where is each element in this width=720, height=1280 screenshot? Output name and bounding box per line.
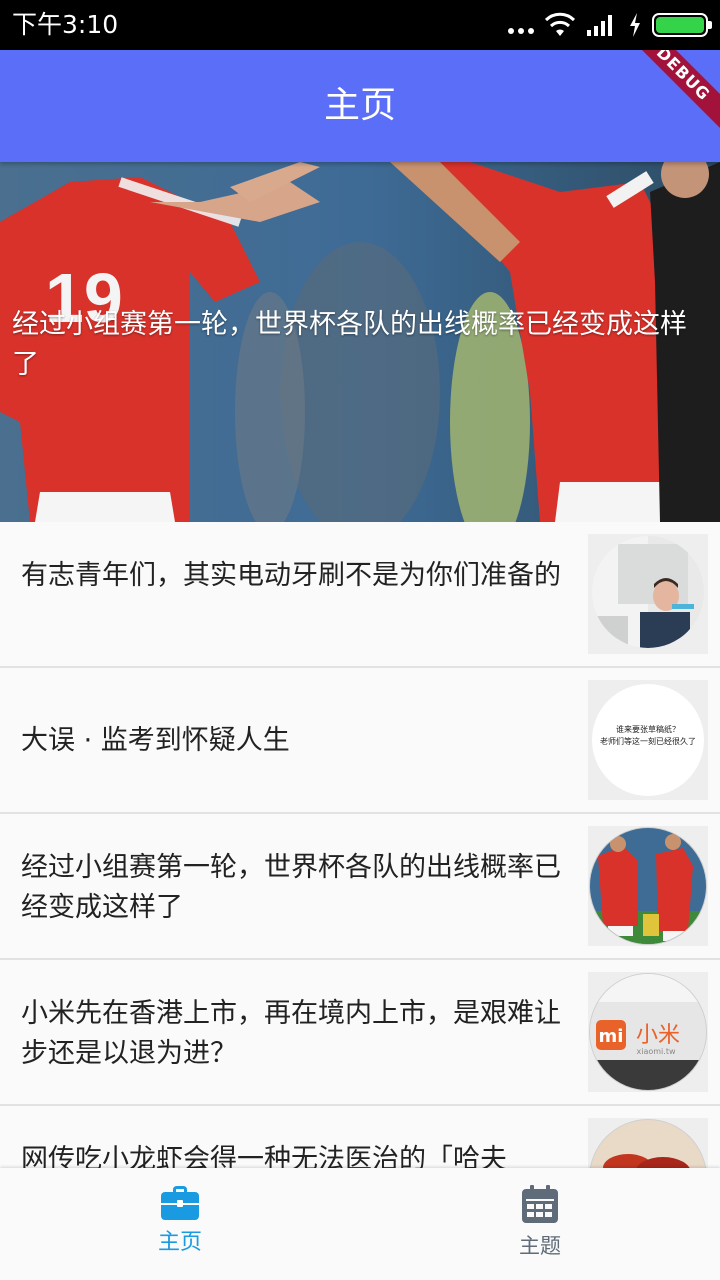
battery-icon [652, 13, 712, 37]
more-dots-icon [508, 12, 534, 38]
svg-text:mi: mi [599, 1026, 624, 1047]
nav-item-home[interactable]: 主页 [0, 1168, 360, 1280]
thumb-caption-2: 老师们等这一刻已经很久了 [600, 736, 696, 746]
article-thumbnail [588, 1118, 708, 1168]
article-thumbnail: 谁来要张草稿纸？ 老师们等这一刻已经很久了 [588, 680, 708, 800]
charging-icon [630, 13, 640, 37]
thumb-caption-1: 谁来要张草稿纸？ [616, 724, 680, 734]
list-item[interactable]: 大误 · 监考到怀疑人生 谁来要张草稿纸？ 老师们等这一刻已经很久了 [0, 668, 720, 814]
status-icons [508, 12, 712, 38]
signal-icon [587, 15, 612, 36]
battery-level [656, 17, 704, 33]
xiaomi-logo-text: 小米 [636, 1023, 680, 1048]
status-bar: 下午3:10 [0, 0, 720, 50]
list-item[interactable]: 网传吃小龙虾会得一种无法医治的「哈夫 [0, 1106, 720, 1168]
xiaomi-site-text: xiaomi.tw [637, 1047, 676, 1056]
article-thumbnail [588, 534, 708, 654]
wifi-icon [544, 12, 576, 36]
app-bar: 主页 DEBUG [0, 50, 720, 162]
article-thumbnail: mi 小米 xiaomi.tw [588, 972, 708, 1092]
article-title: 小米先在香港上市，再在境内上市，是艰难让步还是以退为进？ [21, 998, 561, 1069]
bottom-navigation: 主页 主题 [0, 1168, 720, 1280]
article-thumbnail [588, 826, 708, 946]
nav-label-home: 主页 [157, 1230, 202, 1255]
article-title: 经过小组赛第一轮，世界杯各队的出线概率已经变成这样了 [21, 852, 561, 923]
article-title: 网传吃小龙虾会得一种无法医治的「哈夫 [21, 1144, 507, 1168]
calendar-icon [522, 1185, 558, 1223]
briefcase-icon [161, 1186, 199, 1220]
list-item[interactable]: 经过小组赛第一轮，世界杯各队的出线概率已经变成这样了 [0, 814, 720, 960]
nav-label-topics: 主题 [519, 1234, 561, 1258]
status-time: 下午3:10 [12, 10, 119, 39]
page-title: 主页 [323, 85, 396, 126]
hero-title: 经过小组赛第一轮，世界杯各队的出线概率已经变成这样了 [12, 309, 687, 380]
article-list: 有志青年们，其实电动牙刷不是为你们准备的 大误 · 监考到怀疑人生 谁来要张草稿… [0, 522, 720, 1168]
nav-item-topics[interactable]: 主题 [360, 1168, 720, 1280]
list-item[interactable]: 有志青年们，其实电动牙刷不是为你们准备的 [0, 522, 720, 668]
article-title: 大误 · 监考到怀疑人生 [21, 725, 290, 756]
article-title: 有志青年们，其实电动牙刷不是为你们准备的 [21, 560, 561, 591]
hero-banner[interactable]: 19 经过小组赛第一轮，世界杯各队的出线概率已经变成这样了 [0, 162, 720, 522]
list-item[interactable]: 小米先在香港上市，再在境内上市，是艰难让步还是以退为进？ mi 小米 xiaom… [0, 960, 720, 1106]
